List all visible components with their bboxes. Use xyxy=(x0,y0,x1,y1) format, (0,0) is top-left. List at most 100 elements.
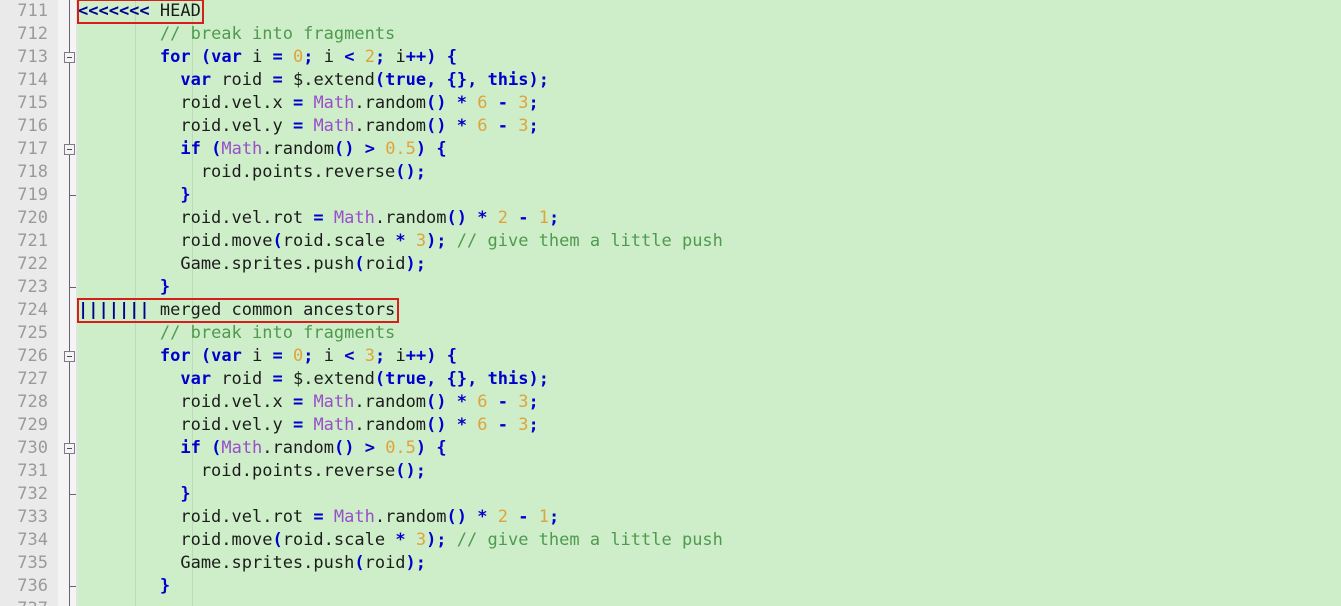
code-token-pln xyxy=(447,116,457,136)
code-token-op: ( xyxy=(211,139,222,159)
code-line[interactable]: } xyxy=(78,483,190,506)
code-token-pln: i xyxy=(385,47,406,67)
code-token-op: - xyxy=(497,93,509,113)
code-token-kw: for xyxy=(159,47,191,67)
code-token-pln xyxy=(447,93,457,113)
code-token-pln: i xyxy=(241,346,273,366)
fold-collapse-icon[interactable] xyxy=(64,443,75,454)
code-token-op: } xyxy=(159,277,171,297)
fold-rail-line xyxy=(69,0,70,606)
code-token-num: 6 xyxy=(477,392,488,412)
code-line[interactable]: } xyxy=(78,184,191,207)
code-token-pln xyxy=(488,208,498,228)
code-token-num: 3 xyxy=(364,346,376,366)
code-token-cls: Math xyxy=(333,208,375,228)
code-line[interactable]: roid.points.reverse(); xyxy=(78,460,426,483)
code-line[interactable]: roid.move(roid.scale * 3); // give them … xyxy=(78,230,723,253)
line-number: 719 xyxy=(17,185,48,205)
code-token-pln xyxy=(78,47,160,67)
code-line[interactable]: roid.vel.rot = Math.random() * 2 - 1; xyxy=(78,207,559,230)
code-token-op: ); xyxy=(405,254,427,274)
line-number: 714 xyxy=(17,70,48,90)
code-token-op: ( xyxy=(272,231,283,251)
fold-collapse-icon[interactable] xyxy=(64,144,75,155)
code-token-op: ) xyxy=(415,438,427,458)
code-token-cmt: // give them a little push xyxy=(456,231,723,251)
code-line[interactable]: roid.vel.rot = Math.random() * 2 - 1; xyxy=(78,506,559,529)
code-line[interactable]: <<<<<<< HEAD xyxy=(78,0,201,23)
line-number: 726 xyxy=(17,346,48,366)
code-token-kw: if xyxy=(180,438,201,458)
code-token-op: ; xyxy=(303,47,314,67)
code-line[interactable]: var roid = $.extend(true, {}, this); xyxy=(78,368,549,391)
code-token-op: { xyxy=(446,47,457,67)
code-token-op: * xyxy=(456,392,468,412)
code-token-op: ( xyxy=(354,254,365,274)
code-token-pln xyxy=(283,47,293,67)
code-token-pln xyxy=(354,438,364,458)
code-token-pln: i xyxy=(385,346,406,366)
code-token-op: (); xyxy=(395,162,426,182)
code-line[interactable]: roid.vel.x = Math.random() * 6 - 3; xyxy=(78,391,538,414)
code-token-pln xyxy=(324,507,334,527)
code-token-pln xyxy=(508,93,518,113)
code-content[interactable]: <<<<<<< HEAD // break into fragments for… xyxy=(78,0,1341,606)
code-line[interactable]: if (Math.random() > 0.5) { xyxy=(78,437,447,460)
code-line[interactable]: if (Math.random() > 0.5) { xyxy=(78,138,446,161)
code-token-op: { xyxy=(436,438,447,458)
code-token-op: * xyxy=(456,116,468,136)
code-token-pln xyxy=(508,507,518,527)
code-token-cmt: // break into fragments xyxy=(159,323,396,343)
code-token-cmt: // give them a little push xyxy=(456,530,723,550)
code-line[interactable]: } xyxy=(78,276,170,299)
fold-collapse-icon[interactable] xyxy=(64,52,75,63)
code-token-op: ); xyxy=(426,530,447,550)
code-line[interactable]: roid.points.reverse(); xyxy=(78,161,426,184)
code-line[interactable]: ||||||| merged common ancestors xyxy=(78,299,395,322)
code-line[interactable]: Game.sprites.push(roid); xyxy=(78,253,426,276)
code-line[interactable]: // break into fragments xyxy=(78,322,395,345)
code-line[interactable]: } xyxy=(78,575,170,598)
code-token-op: } xyxy=(159,576,171,596)
code-line[interactable]: roid.vel.y = Math.random() * 6 - 3; xyxy=(78,414,538,437)
code-token-pln xyxy=(375,139,385,159)
code-token-op: , xyxy=(426,369,437,389)
code-token-op: * xyxy=(477,507,488,527)
code-token-pln: roid xyxy=(364,553,406,573)
code-token-num: 1 xyxy=(538,208,549,228)
line-number: 736 xyxy=(17,576,48,596)
code-line[interactable]: // break into fragments xyxy=(78,23,395,46)
code-line[interactable]: roid.vel.y = Math.random() * 6 - 3; xyxy=(78,115,538,138)
code-token-op: = xyxy=(272,47,283,67)
code-token-pln xyxy=(78,346,160,366)
code-line[interactable]: for (var i = 0; i < 2; i++) { xyxy=(78,46,457,69)
code-token-pln xyxy=(78,24,160,44)
line-number: 734 xyxy=(17,530,48,550)
code-token-op: = xyxy=(272,346,283,366)
code-line[interactable]: Game.sprites.push(roid); xyxy=(78,552,426,575)
code-line[interactable]: for (var i = 0; i < 3; i++) { xyxy=(78,345,457,368)
code-line[interactable]: roid.vel.x = Math.random() * 6 - 3; xyxy=(78,92,538,115)
code-line[interactable]: roid.move(roid.scale * 3); // give them … xyxy=(78,529,723,552)
code-token-op: > xyxy=(364,139,375,159)
line-number: 716 xyxy=(17,116,48,136)
code-token-op: = xyxy=(292,116,304,136)
line-number: 712 xyxy=(17,24,48,44)
line-number: 722 xyxy=(17,254,48,274)
code-token-op: ++) xyxy=(405,47,437,67)
fold-collapse-icon[interactable] xyxy=(64,351,75,362)
code-token-pln xyxy=(467,392,477,412)
code-editor[interactable]: 711 712 713 714 715 716 717 718 719 720 721 722 723 7… xyxy=(0,0,1341,606)
code-token-op: () xyxy=(333,438,355,458)
code-token-cflt-txt: HEAD xyxy=(149,1,201,21)
code-line[interactable]: var roid = $.extend(true, {}, this); xyxy=(78,69,549,92)
code-token-op: () xyxy=(446,208,467,228)
code-token-pln xyxy=(78,185,180,205)
code-token-op: , xyxy=(426,70,437,90)
code-token-pln xyxy=(508,392,518,412)
code-token-pln xyxy=(508,208,518,228)
code-token-op: () xyxy=(446,507,467,527)
line-number: 732 xyxy=(17,484,48,504)
code-token-op: } xyxy=(180,185,191,205)
fold-gutter[interactable] xyxy=(58,0,76,606)
